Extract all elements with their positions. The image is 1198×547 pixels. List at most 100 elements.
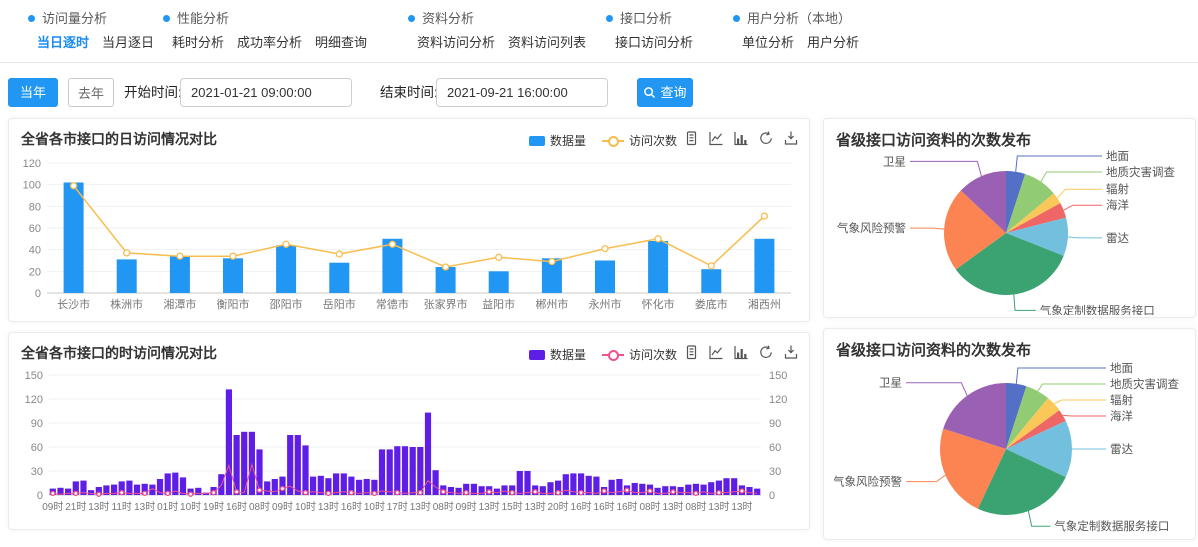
this-year-button[interactable]: 当年 [8, 78, 58, 107]
search-button[interactable]: 查询 [637, 78, 693, 107]
nav-item[interactable]: 当日逐时 [37, 32, 89, 51]
y-tick-label: 30 [31, 466, 43, 478]
x-tick-label: 08时 [639, 501, 660, 513]
pie1-canvas[interactable]: 地面地质灾害调查辐射海洋雷达气象定制数据服务接口气象风险预警卫星 [834, 147, 1187, 320]
legend-bar-swatch [529, 136, 545, 146]
x-tick-label: 10时 [180, 501, 201, 513]
daily-chart-canvas[interactable]: 020406080100120长沙市株洲市湘潭市衡阳市邵阳市岳阳市常德市张家界市… [13, 155, 805, 324]
bar[interactable] [448, 487, 454, 495]
y-tick-label-right: 0 [769, 490, 775, 502]
bar[interactable] [701, 269, 721, 293]
bar[interactable] [394, 446, 400, 495]
bar[interactable] [563, 474, 569, 495]
start-time-input[interactable] [180, 78, 352, 107]
bar[interactable] [272, 479, 278, 495]
bar[interactable] [276, 245, 296, 293]
x-tick-label: 娄底市 [695, 297, 728, 311]
download-icon[interactable] [783, 344, 799, 360]
nav-item[interactable]: 资料访问分析 [417, 32, 495, 51]
bar[interactable] [616, 479, 622, 495]
refresh-icon[interactable] [758, 344, 774, 360]
bar-chart-icon[interactable] [733, 130, 749, 146]
nav-item[interactable]: 资料访问列表 [508, 32, 586, 51]
download-icon[interactable] [783, 130, 799, 146]
bar[interactable] [417, 447, 423, 495]
bar[interactable] [595, 261, 615, 294]
end-time-input[interactable] [436, 78, 608, 107]
legend-item[interactable]: 访问次数 [602, 132, 677, 149]
line-marker [120, 491, 124, 495]
pie-label-line [1063, 415, 1106, 416]
nav-item[interactable]: 单位分析 [742, 32, 794, 51]
bar[interactable] [754, 239, 774, 293]
bar[interactable] [379, 449, 385, 495]
nav-item[interactable]: 用户分析 [807, 32, 859, 51]
nav-item[interactable]: 成功率分析 [237, 32, 302, 51]
bar[interactable] [226, 389, 232, 495]
bar[interactable] [64, 183, 84, 294]
bar[interactable] [701, 485, 707, 495]
line-marker [212, 491, 216, 495]
pie2-canvas[interactable]: 地面地质灾害调查辐射海洋雷达气象定制数据服务接口气象风险预警卫星 [834, 357, 1187, 542]
legend-item[interactable]: 数据量 [529, 346, 586, 363]
y-tick-label: 0 [37, 490, 43, 502]
line-marker [124, 250, 130, 256]
bar[interactable] [648, 241, 668, 293]
line-marker [349, 491, 353, 495]
bar[interactable] [88, 490, 94, 495]
bar[interactable] [302, 445, 308, 495]
daily-chart-toolbox [683, 130, 799, 146]
bar[interactable] [329, 263, 349, 293]
bar[interactable] [632, 483, 638, 495]
bar[interactable] [333, 473, 339, 495]
nav-group-title: 接口分析 [620, 10, 706, 27]
bar[interactable] [678, 487, 684, 495]
bar[interactable] [410, 447, 416, 495]
nav-item[interactable]: 明细查询 [315, 32, 367, 51]
bar[interactable] [524, 471, 530, 495]
nav-item[interactable]: 耗时分析 [172, 32, 224, 51]
refresh-icon[interactable] [758, 130, 774, 146]
bar[interactable] [754, 489, 760, 495]
legend-item[interactable]: 访问次数 [602, 346, 677, 363]
bar[interactable] [639, 484, 645, 495]
line-marker [708, 263, 714, 269]
bar[interactable] [685, 485, 691, 495]
bar[interactable] [295, 435, 301, 495]
pie-label: 卫星 [879, 377, 902, 390]
bar[interactable] [655, 488, 661, 495]
nav-item[interactable]: 接口访问分析 [615, 32, 693, 51]
bar[interactable] [436, 267, 456, 293]
bar[interactable] [264, 481, 270, 495]
line-chart-icon[interactable] [708, 130, 724, 146]
bar[interactable] [117, 259, 137, 293]
x-tick-label: 13时 [410, 501, 431, 513]
line-marker [740, 489, 744, 493]
pie-label: 雷达 [1110, 442, 1133, 456]
x-tick-label: 13时 [662, 501, 683, 513]
bar[interactable] [223, 258, 243, 293]
legend-item[interactable]: 数据量 [529, 132, 586, 149]
bar[interactable] [517, 471, 523, 495]
bar[interactable] [279, 477, 285, 495]
daily-chart-legend: 数据量 访问次数 [529, 132, 677, 149]
bar[interactable] [746, 487, 752, 495]
province-pie-card-1: 省级接口访问资料的次数发布 地面地质灾害调查辐射海洋雷达气象定制数据服务接口气象… [823, 118, 1196, 318]
last-year-button[interactable]: 去年 [68, 78, 114, 107]
line-chart-icon[interactable] [708, 344, 724, 360]
bar[interactable] [433, 470, 439, 495]
hourly-chart-canvas[interactable]: 0030306060909012012015015009时21时13时11时13… [13, 367, 805, 532]
nav-item[interactable]: 当月逐日 [102, 32, 154, 51]
bar[interactable] [456, 488, 462, 495]
bar[interactable] [402, 446, 408, 495]
bar[interactable] [489, 271, 509, 293]
bar[interactable] [501, 485, 507, 495]
bar[interactable] [387, 449, 393, 495]
data-view-icon[interactable] [683, 344, 699, 360]
data-view-icon[interactable] [683, 130, 699, 146]
bar[interactable] [170, 256, 190, 293]
y-tick-label: 0 [35, 288, 41, 300]
bar-chart-icon[interactable] [733, 344, 749, 360]
y-tick-label: 120 [25, 394, 43, 406]
line-marker [761, 213, 767, 219]
